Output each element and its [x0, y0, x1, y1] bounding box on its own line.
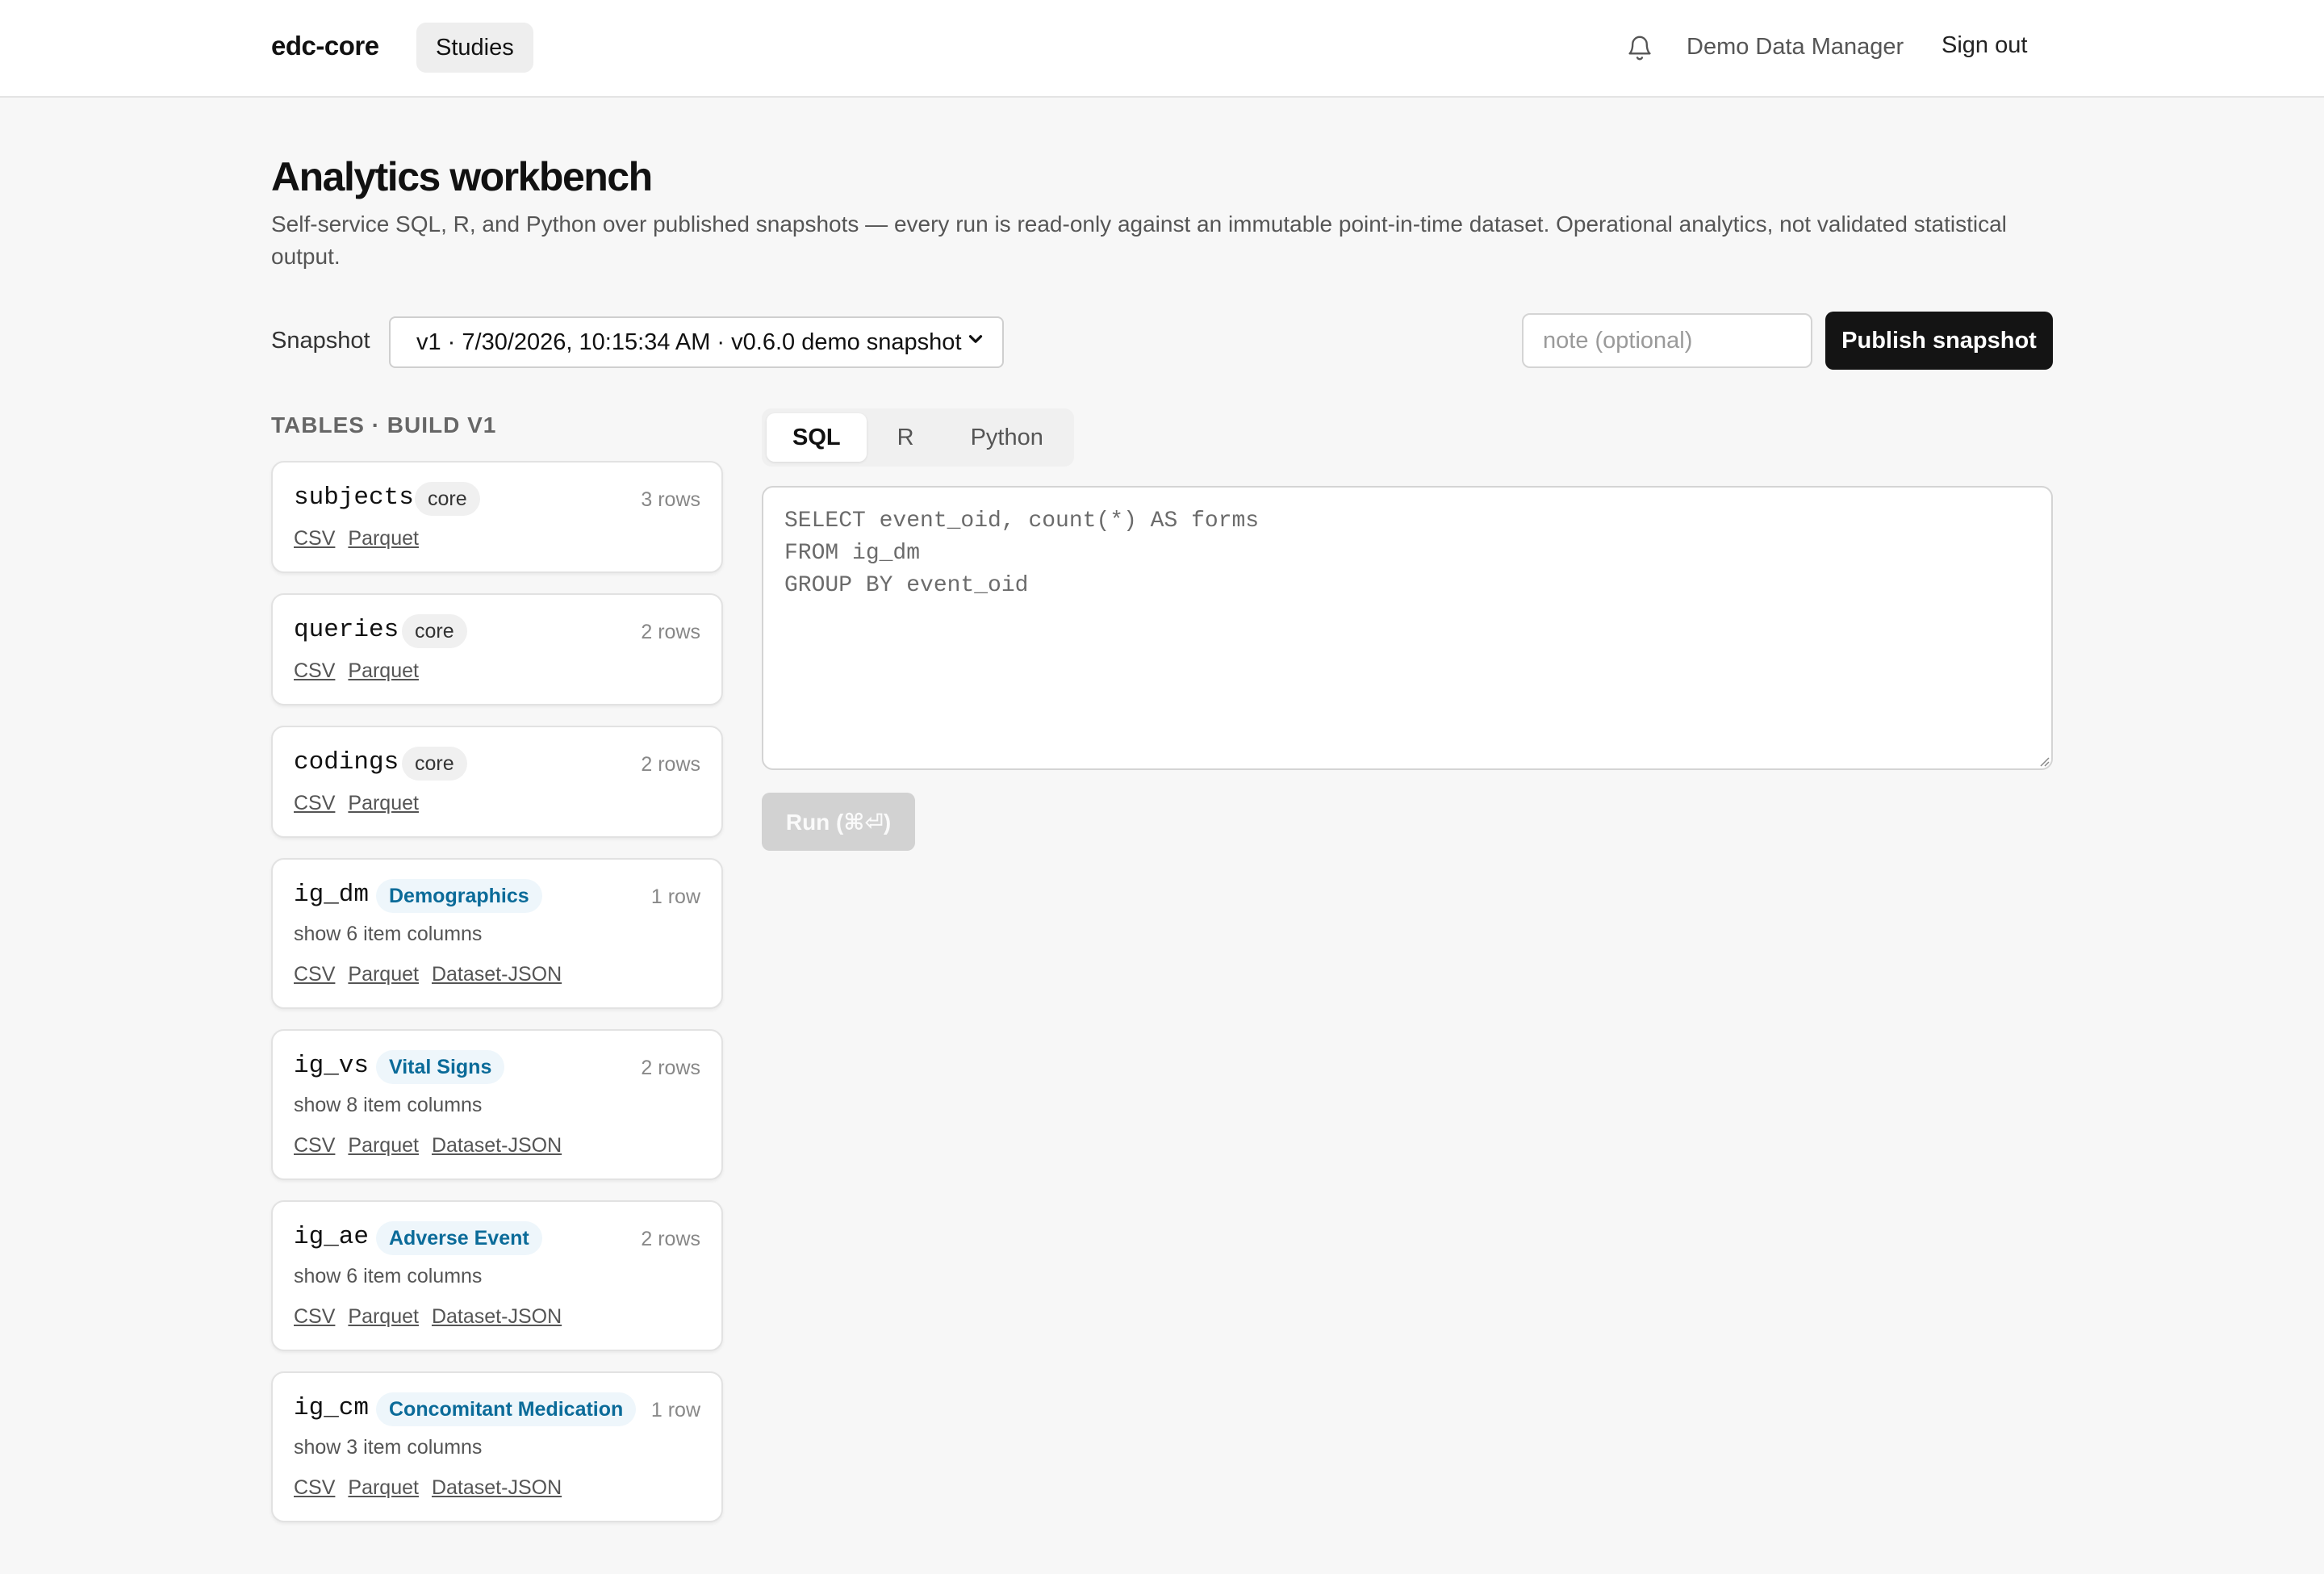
show-item-columns-toggle[interactable]: show 6 item columns: [294, 1265, 482, 1288]
download-csv-link[interactable]: CSV: [294, 1134, 335, 1157]
chevron-down-icon: [965, 329, 986, 356]
download-links: CSV Parquet Dataset-JSON: [294, 1134, 562, 1157]
download-links: CSV Parquet: [294, 659, 419, 683]
current-user-name: Demo Data Manager: [1687, 34, 1904, 60]
table-name: codings: [294, 748, 399, 777]
table-badge: core: [402, 747, 467, 781]
download-parquet-link[interactable]: Parquet: [348, 792, 419, 815]
snapshot-select[interactable]: v1 · 7/30/2026, 10:15:34 AM · v0.6.0 dem…: [389, 316, 1004, 368]
download-links: CSV Parquet Dataset-JSON: [294, 1305, 562, 1329]
top-navigation-bar: edc-core Studies Demo Data Manager Sign …: [0, 0, 2324, 98]
download-dataset-json-link[interactable]: Dataset-JSON: [432, 1134, 562, 1157]
snapshot-select-value: v1 · 7/30/2026, 10:15:34 AM · v0.6.0 dem…: [416, 329, 962, 355]
show-item-columns-toggle[interactable]: show 6 item columns: [294, 923, 482, 946]
run-button[interactable]: Run (⌘⏎): [762, 793, 915, 851]
brand-logo[interactable]: edc-core: [271, 31, 379, 61]
show-item-columns-toggle[interactable]: show 8 item columns: [294, 1094, 482, 1117]
download-csv-link[interactable]: CSV: [294, 792, 335, 815]
table-card-ig-ae: ig_ae Adverse Event 2 rows show 6 item c…: [271, 1200, 723, 1351]
download-links: CSV Parquet: [294, 792, 419, 815]
row-count: 2 rows: [641, 753, 700, 776]
download-parquet-link[interactable]: Parquet: [348, 1134, 419, 1157]
download-dataset-json-link[interactable]: Dataset-JSON: [432, 1476, 562, 1500]
sign-out-button[interactable]: Sign out: [1942, 32, 2027, 59]
download-parquet-link[interactable]: Parquet: [348, 1305, 419, 1329]
table-name: ig_cm: [294, 1394, 370, 1422]
table-badge: core: [402, 614, 467, 648]
tab-sql[interactable]: SQL: [767, 413, 867, 462]
form-badge: Demographics: [376, 879, 542, 913]
publish-snapshot-button[interactable]: Publish snapshot: [1825, 312, 2053, 370]
row-count: 2 rows: [641, 1228, 700, 1250]
download-csv-link[interactable]: CSV: [294, 659, 335, 683]
query-editor[interactable]: [762, 486, 2053, 770]
table-card-ig-dm: ig_dm Demographics 1 row show 6 item col…: [271, 858, 723, 1009]
download-links: CSV Parquet: [294, 527, 419, 550]
resize-grip-icon[interactable]: [2037, 754, 2050, 767]
snapshot-note-input[interactable]: [1522, 313, 1812, 368]
page-title: Analytics workbench: [271, 154, 653, 199]
download-links: CSV Parquet Dataset-JSON: [294, 963, 562, 986]
table-card-codings: codings core 2 rows CSV Parquet: [271, 726, 723, 838]
language-tabs: SQL R Python: [762, 408, 1074, 467]
table-card-subjects: subjects core 3 rows CSV Parquet: [271, 461, 723, 573]
download-parquet-link[interactable]: Parquet: [348, 527, 419, 550]
row-count: 2 rows: [641, 1057, 700, 1079]
form-badge: Vital Signs: [376, 1050, 505, 1084]
tab-python[interactable]: Python: [945, 413, 1069, 462]
table-name: ig_ae: [294, 1223, 370, 1251]
download-csv-link[interactable]: CSV: [294, 963, 335, 986]
row-count: 3 rows: [641, 488, 700, 511]
download-dataset-json-link[interactable]: Dataset-JSON: [432, 963, 562, 986]
row-count: 1 row: [650, 885, 700, 908]
row-count: 1 row: [650, 1399, 700, 1421]
download-links: CSV Parquet Dataset-JSON: [294, 1476, 562, 1500]
table-card-ig-cm: ig_cm Concomitant Medication 1 row show …: [271, 1371, 723, 1522]
table-card-ig-vs: ig_vs Vital Signs 2 rows show 8 item col…: [271, 1029, 723, 1180]
download-parquet-link[interactable]: Parquet: [348, 1476, 419, 1500]
show-item-columns-toggle[interactable]: show 3 item columns: [294, 1436, 482, 1459]
form-badge: Adverse Event: [376, 1221, 542, 1255]
table-name: subjects: [294, 484, 414, 512]
download-csv-link[interactable]: CSV: [294, 1305, 335, 1329]
row-count: 2 rows: [641, 621, 700, 643]
table-name: ig_dm: [294, 881, 370, 909]
nav-studies-button[interactable]: Studies: [416, 23, 533, 73]
snapshot-label: Snapshot: [271, 328, 370, 354]
tables-heading: TABLES · BUILD V1: [271, 412, 497, 437]
download-csv-link[interactable]: CSV: [294, 527, 335, 550]
table-card-queries: queries core 2 rows CSV Parquet: [271, 593, 723, 705]
download-parquet-link[interactable]: Parquet: [348, 659, 419, 683]
download-parquet-link[interactable]: Parquet: [348, 963, 419, 986]
tab-r[interactable]: R: [872, 413, 940, 462]
page-description: Self-service SQL, R, and Python over pub…: [271, 211, 2007, 269]
table-badge: core: [415, 482, 480, 516]
table-name: queries: [294, 616, 399, 644]
table-name: ig_vs: [294, 1052, 370, 1080]
form-badge: Concomitant Medication: [376, 1392, 637, 1426]
bell-icon[interactable]: [1625, 32, 1654, 63]
download-dataset-json-link[interactable]: Dataset-JSON: [432, 1305, 562, 1329]
download-csv-link[interactable]: CSV: [294, 1476, 335, 1500]
